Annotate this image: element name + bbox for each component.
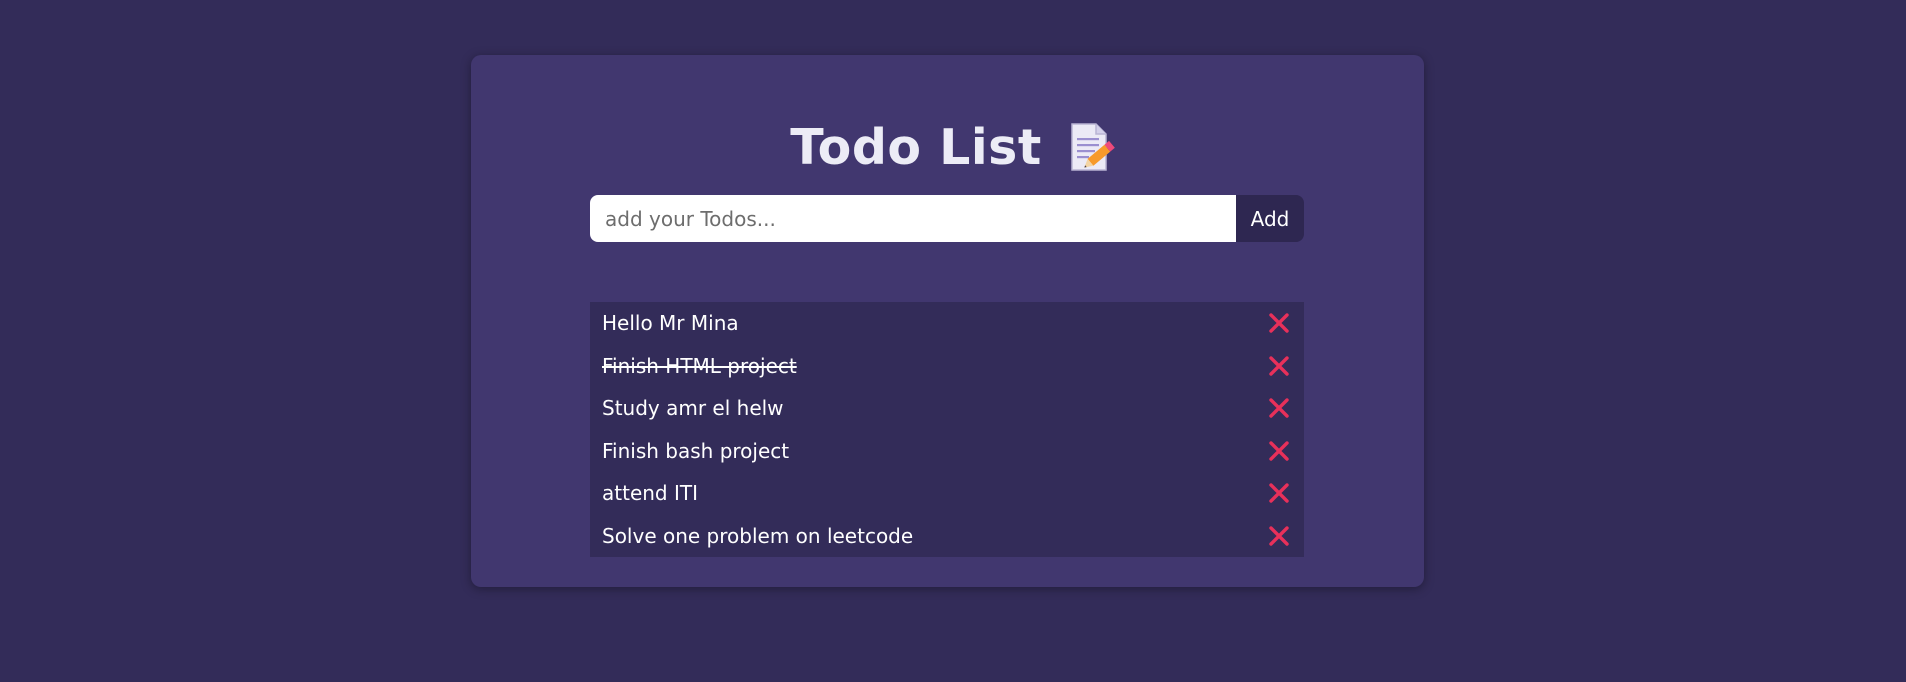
todo-text: Finish bash project <box>602 438 790 463</box>
todo-item[interactable]: Solve one problem on leetcode <box>590 515 1304 558</box>
add-button[interactable]: Add <box>1236 195 1304 242</box>
close-icon[interactable] <box>1267 481 1291 505</box>
add-todo-form: Add <box>590 195 1304 242</box>
todo-item[interactable]: Hello Mr Mina <box>590 302 1304 345</box>
page-title: Todo List <box>790 118 1042 176</box>
todo-item[interactable]: attend ITI <box>590 472 1304 515</box>
todo-item[interactable]: Study amr el helw <box>590 387 1304 430</box>
header: Todo List <box>0 112 1906 182</box>
todo-item[interactable]: Finish HTML project <box>590 345 1304 388</box>
todo-text: attend ITI <box>602 481 698 506</box>
close-icon[interactable] <box>1267 524 1291 548</box>
todo-text: Study amr el helw <box>602 396 784 421</box>
todo-text: Hello Mr Mina <box>602 311 739 336</box>
todo-text: Finish HTML project <box>602 353 797 378</box>
todo-item[interactable]: Finish bash project <box>590 430 1304 473</box>
todo-text: Solve one problem on leetcode <box>602 523 914 548</box>
close-icon[interactable] <box>1267 354 1291 378</box>
memo-icon <box>1071 123 1115 171</box>
close-icon[interactable] <box>1267 396 1291 420</box>
close-icon[interactable] <box>1267 311 1291 335</box>
close-icon[interactable] <box>1267 439 1291 463</box>
todo-list: Hello Mr Mina Finish HTML project Study … <box>590 302 1304 557</box>
todo-input[interactable] <box>590 195 1236 242</box>
